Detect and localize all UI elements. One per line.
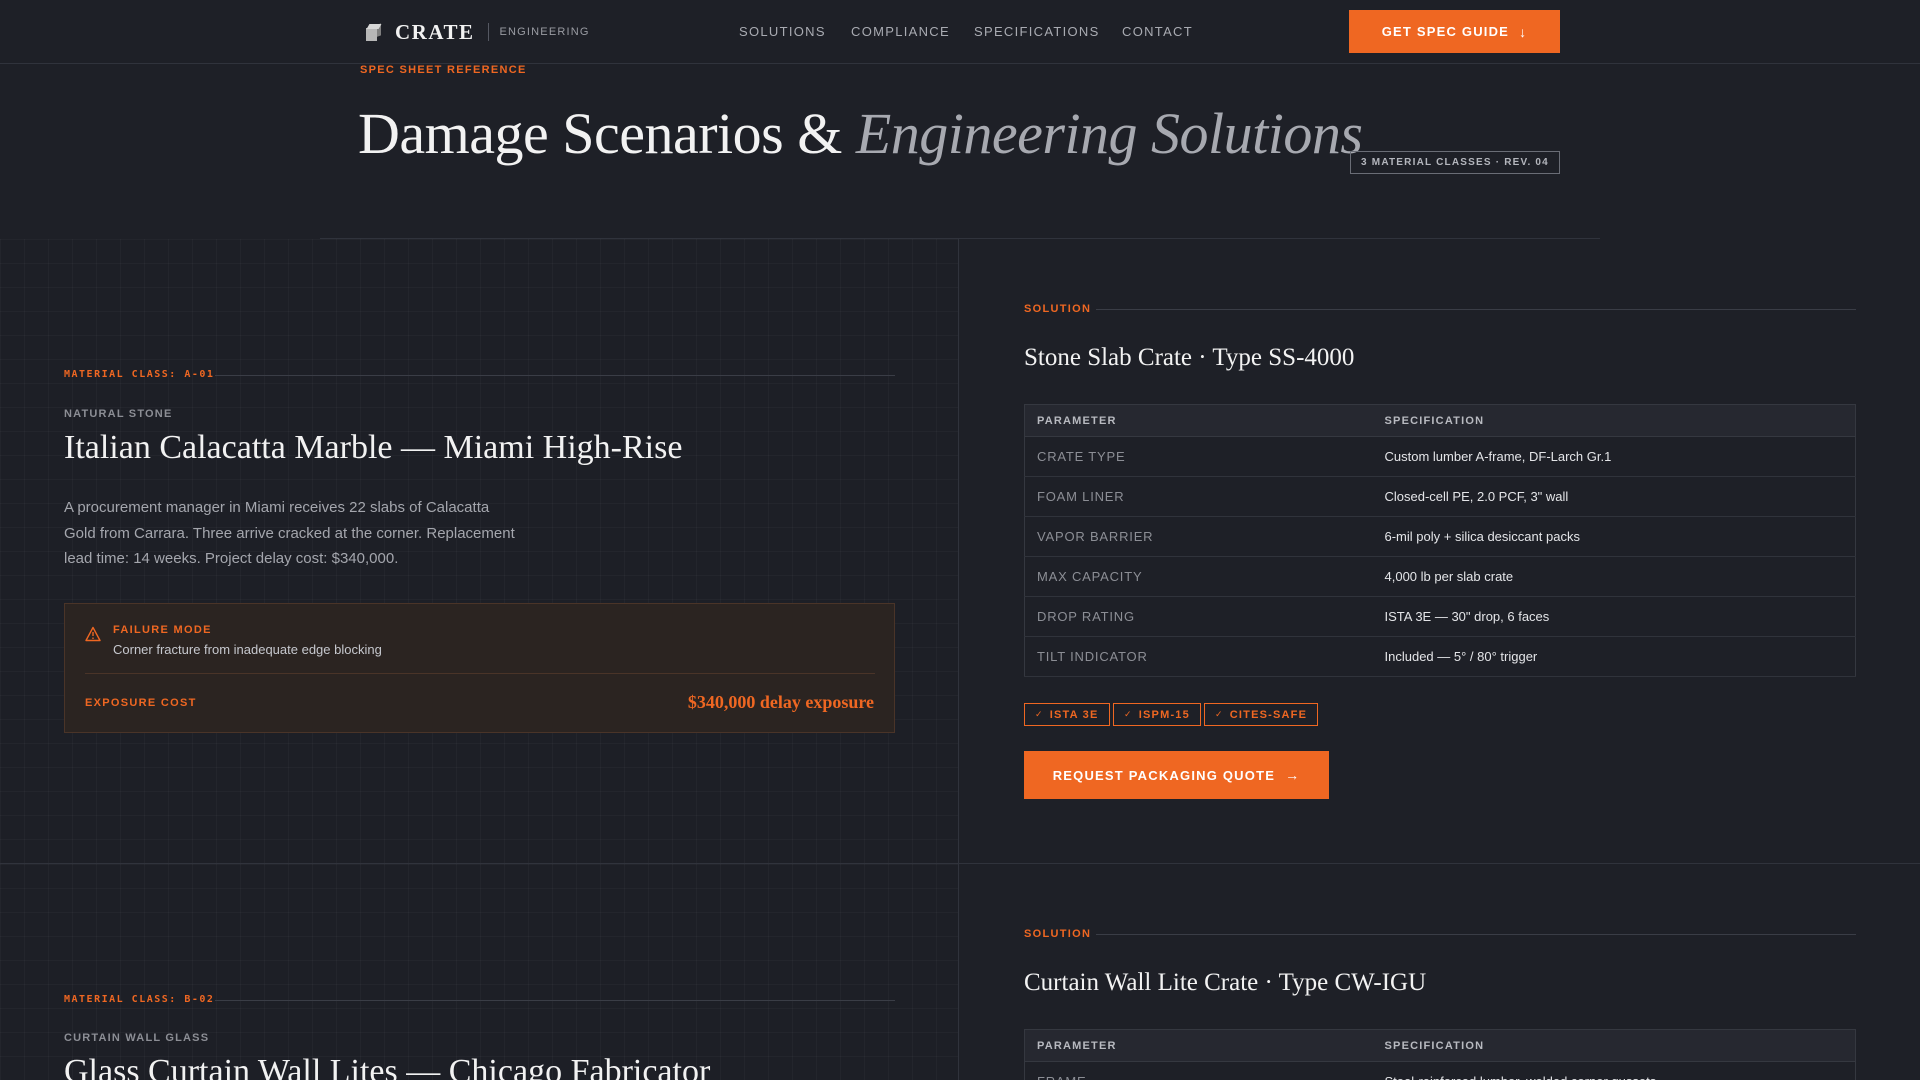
table-row: MAX CAPACITY 4,000 lb per slab crate — [1024, 556, 1856, 597]
table-row: CRATE TYPE Custom lumber A-frame, DF-Larc… — [1024, 436, 1856, 477]
revision-badge: 3 MATERIAL CLASSES · REV. 04 — [1350, 151, 1560, 174]
nav-link-compliance[interactable]: COMPLIANCE — [851, 24, 950, 39]
arrow-right-icon: → — [1285, 767, 1301, 783]
param-cell: DROP RATING — [1024, 596, 1373, 637]
hero-eyebrow: SPEC SHEET REFERENCE — [360, 64, 527, 76]
material-class-rule — [215, 375, 895, 376]
param-cell: TILT INDICATOR — [1024, 636, 1373, 677]
compliance-tag-ista: ✓ ISTA 3E — [1024, 703, 1110, 726]
arrow-down-icon: ↓ — [1519, 23, 1528, 40]
material-class-label: MATERIAL CLASS: A-01 — [64, 369, 215, 380]
failure-mode-text: Corner fracture from inadequate edge blo… — [113, 642, 382, 657]
column-header-parameter: PARAMETER — [1024, 404, 1373, 437]
request-quote-label: REQUEST PACKAGING QUOTE — [1052, 767, 1276, 783]
solution-rule — [1096, 309, 1856, 310]
failure-mode-label: FAILURE MODE — [113, 624, 212, 636]
table-row: DROP RATING ISTA 3E — 30" drop, 6 faces — [1024, 596, 1856, 637]
spec-cell: Closed-cell PE, 2.0 PCF, 3" wall — [1372, 476, 1856, 517]
scenario-description: A procurement manager in Miami receives … — [64, 499, 515, 567]
brand-name: CRATE — [395, 19, 475, 44]
solution-label: SOLUTION — [1024, 303, 1092, 315]
scenario-section-a01: MATERIAL CLASS: A-01 NATURAL STONE Itali… — [0, 239, 1920, 864]
exposure-cost-label: EXPOSURE COST — [85, 697, 197, 709]
table-row: TILT INDICATOR Included — 5° / 80° trigge… — [1024, 636, 1856, 677]
param-cell: CRATE TYPE — [1024, 436, 1373, 477]
column-header-specification: SPECIFICATION — [1372, 1029, 1856, 1062]
failure-mode-card: FAILURE MODE Corner fracture from inadeq… — [64, 603, 895, 733]
spec-cell: Steel-reinforced lumber, welded corner g… — [1372, 1061, 1856, 1080]
spec-cell: 4,000 lb per slab crate — [1372, 556, 1856, 597]
column-header-parameter: PARAMETER — [1024, 1029, 1373, 1062]
exposure-cost-value: $340,000 delay exposure — [687, 692, 874, 712]
brand-subtitle: ENGINEERING — [499, 26, 590, 38]
top-nav: CRATE ENGINEERING SOLUTIONS COMPLIANCE S… — [0, 0, 1920, 64]
param-cell: FRAME — [1024, 1061, 1373, 1080]
solution-rule — [1096, 934, 1856, 935]
spec-cell: Custom lumber A-frame, DF-Larch Gr.1 — [1372, 436, 1856, 477]
nav-link-contact[interactable]: CONTACT — [1122, 24, 1193, 39]
table-row: VAPOR BARRIER 6-mil poly + silica desicca… — [1024, 516, 1856, 557]
scenario-title: Italian Calacatta Marble — Miami High-Ri… — [64, 429, 683, 466]
compliance-tag-ispm: ✓ ISPM-15 — [1113, 703, 1201, 726]
nav-link-specifications[interactable]: SPECIFICATIONS — [974, 24, 1100, 39]
request-quote-button[interactable]: REQUEST PACKAGING QUOTE → — [1024, 751, 1329, 799]
column-header-specification: SPECIFICATION — [1372, 404, 1856, 437]
param-cell: MAX CAPACITY — [1024, 556, 1373, 597]
spec-table: PARAMETER SPECIFICATION CRATE TYPE Custom… — [1024, 404, 1856, 677]
get-spec-guide-button[interactable]: GET SPEC GUIDE ↓ — [1349, 10, 1560, 53]
check-icon: ✓ — [1124, 709, 1133, 719]
failure-card-divider — [85, 673, 875, 674]
brand-logo[interactable]: CRATE ENGINEERING — [364, 19, 590, 45]
spec-table-header: PARAMETER SPECIFICATION — [1024, 1029, 1856, 1062]
page-title: Damage Scenarios & Engineering Solutions — [358, 100, 1363, 167]
param-cell: VAPOR BARRIER — [1024, 516, 1373, 557]
material-category: NATURAL STONE — [64, 408, 173, 420]
tag-label: CITES-SAFE — [1229, 708, 1308, 721]
tag-label: ISTA 3E — [1049, 708, 1099, 721]
spec-cell: ISTA 3E — 30" drop, 6 faces — [1372, 596, 1856, 637]
solution-title: Stone Slab Crate · Type SS-4000 — [1024, 344, 1355, 371]
page-title-italic: Engineering Solutions — [855, 101, 1363, 166]
material-class-rule — [215, 1000, 895, 1001]
scenario-pane: MATERIAL CLASS: B-02 CURTAIN WALL GLASS … — [0, 864, 959, 1080]
spec-cell: Included — 5° / 80° trigger — [1372, 636, 1856, 677]
check-icon: ✓ — [1215, 709, 1224, 719]
scenario-section-b02: MATERIAL CLASS: B-02 CURTAIN WALL GLASS … — [0, 864, 1920, 1080]
scenario-pane: MATERIAL CLASS: A-01 NATURAL STONE Itali… — [0, 239, 959, 863]
solution-title: Curtain Wall Lite Crate · Type CW-IGU — [1024, 969, 1427, 996]
spec-table: PARAMETER SPECIFICATION FRAMESteel-reinf… — [1024, 1029, 1856, 1080]
spec-cell: 6-mil poly + silica desiccant packs — [1372, 516, 1856, 557]
material-category: CURTAIN WALL GLASS — [64, 1032, 210, 1044]
warning-icon — [85, 626, 101, 642]
crate-cube-icon — [364, 22, 383, 42]
get-spec-guide-label: GET SPEC GUIDE — [1381, 24, 1510, 39]
check-icon: ✓ — [1035, 709, 1044, 719]
solution-label: SOLUTION — [1024, 928, 1092, 940]
material-class-label: MATERIAL CLASS: B-02 — [64, 994, 215, 1005]
compliance-tag-cites: ✓ CITES-SAFE — [1204, 703, 1319, 726]
scenario-title: Glass Curtain Wall Lites — Chicago Fabri… — [64, 1053, 711, 1080]
param-cell: FOAM LINER — [1024, 476, 1373, 517]
page-title-main: Damage Scenarios & — [358, 101, 856, 166]
table-row: FRAMESteel-reinforced lumber, welded cor… — [1024, 1061, 1856, 1080]
brand-divider — [488, 23, 490, 41]
table-row: FOAM LINER Closed-cell PE, 2.0 PCF, 3" wa… — [1024, 476, 1856, 517]
tag-label: ISPM-15 — [1138, 708, 1190, 721]
spec-table-header: PARAMETER SPECIFICATION — [1024, 404, 1856, 437]
nav-link-solutions[interactable]: SOLUTIONS — [739, 24, 826, 39]
